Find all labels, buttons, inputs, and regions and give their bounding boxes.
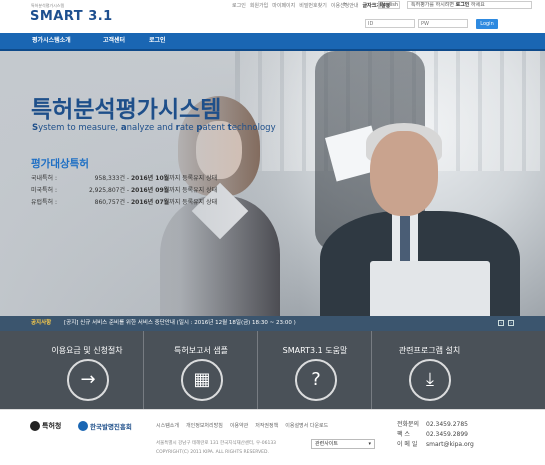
kipo-logo[interactable]: 특허청 (30, 421, 61, 431)
link-find-password[interactable]: 비밀번호찾기 (299, 2, 327, 9)
site-logo[interactable]: SMART 3.1 (30, 9, 113, 24)
quick-menu: 이용요금 및 신청절차 → 특허보고서 샘플 ▦ SMART3.1 도움말 ? … (0, 331, 545, 409)
font-size-controls: + - (342, 1, 354, 8)
target-patents-title: 평가대상특허 (31, 158, 89, 170)
contact-email[interactable]: smart@kipa.org (426, 441, 474, 448)
related-sites-select[interactable]: 관련사이트 ▾ (311, 439, 375, 449)
login-button[interactable]: Login (476, 19, 498, 29)
notice-bar: 공지사항 [공지] 신규 서비스 준비를 위한 서비스 중단안내 (일시 : 2… (0, 316, 545, 331)
laptop-decor (370, 261, 490, 316)
main-nav: 평가시스템소개 고객센터 로그인 (0, 33, 545, 51)
stat-row-domestic: 국내특허 :958,333건 - 2016년 10월까지 등록유지 상태 (31, 175, 218, 182)
utility-links: 로그인 회원가입 마이페이지 비밀번호찾기 이용신청안내 글자크기설정 (232, 2, 390, 9)
quick-item-label: 이용요금 및 신청절차 (51, 346, 123, 355)
arrow-right-icon: → (67, 359, 109, 401)
login-form: Login (365, 19, 498, 29)
hero-title: 특허분석평가시스템 (31, 97, 222, 123)
quick-item-help[interactable]: SMART3.1 도움말 ? (259, 331, 372, 409)
login-prompt-link[interactable]: 로그인 (456, 2, 470, 8)
contact-phone: 02.3459.2785 (426, 421, 468, 428)
logo-version: 3.1 (88, 9, 113, 24)
footer-links: 시스템소개 개인정보처리방침 이용약관 저작권정책 이용설명서 다운로드 (156, 422, 328, 429)
footer-link-system-intro[interactable]: 시스템소개 (156, 422, 179, 429)
kipo-emblem-icon (30, 421, 40, 431)
footer-link-privacy[interactable]: 개인정보처리방침 (186, 422, 223, 429)
site-footer: 특허청 한국발명진흥회 시스템소개 개인정보처리방침 이용약관 저작권정책 이용… (0, 409, 545, 465)
link-signup[interactable]: 회원가입 (250, 2, 268, 9)
font-increase-button[interactable]: + (342, 1, 347, 8)
nav-item-system-intro[interactable]: 평가시스템소개 (32, 33, 71, 49)
document-icon: ▦ (181, 359, 223, 401)
kipa-emblem-icon (78, 421, 88, 431)
link-login[interactable]: 로그인 (232, 2, 246, 9)
hero-subtitle: System to measure, analyze and rate pate… (32, 123, 276, 133)
footer-link-copyright[interactable]: 저작권정책 (255, 422, 278, 429)
nav-item-login[interactable]: 로그인 (149, 33, 166, 49)
link-mypage[interactable]: 마이페이지 (272, 2, 295, 9)
id-input[interactable] (365, 19, 415, 28)
footer-copyright: COPYRIGHT(C) 2011 KIPA. ALL RIGHTS RESER… (156, 450, 269, 455)
quick-item-pricing[interactable]: 이용요금 및 신청절차 → (31, 331, 144, 409)
login-prompt: 특허평가를 하시려면 로그인 하세요 (407, 1, 532, 9)
footer-link-terms[interactable]: 이용약관 (230, 422, 248, 429)
kipa-logo[interactable]: 한국발명진흥회 (78, 421, 132, 431)
footer-contact: 전화문의 02.3459.2785 팩 스 02.3459.2899 이 메 일 sm… (397, 421, 474, 448)
chevron-down-icon: ▾ (368, 441, 371, 447)
question-icon: ? (295, 359, 337, 401)
notice-tag: 공지사항 (31, 320, 52, 326)
site-header: 특허분석평가시스템 SMART 3.1 로그인 회원가입 마이페이지 비밀번호찾… (0, 0, 545, 33)
notice-next-button[interactable]: › (508, 320, 514, 326)
quick-item-report-sample[interactable]: 특허보고서 샘플 ▦ (145, 331, 258, 409)
password-input[interactable] (418, 19, 468, 28)
stat-row-us: 미국특허 :2,925,807건 - 2016년 09월까지 등록유지 상태 (31, 187, 218, 194)
footer-link-manual-download[interactable]: 이용설명서 다운로드 (285, 422, 328, 429)
contact-fax: 02.3459.2899 (426, 431, 468, 438)
english-button[interactable]: English (378, 1, 400, 9)
notice-prev-button[interactable]: ‹ (498, 320, 504, 326)
font-decrease-button[interactable]: - (352, 1, 354, 8)
hero-banner: 특허분석평가시스템 System to measure, analyze and… (0, 51, 545, 316)
man-photo-face (370, 131, 438, 216)
logo-text: SMART (30, 9, 84, 24)
quick-item-label: 관련프로그램 설치 (398, 346, 461, 355)
notice-text[interactable]: [공지] 신규 서비스 준비를 위한 서비스 중단안내 (일시 : 2016년 … (64, 316, 296, 331)
stat-row-europe: 유럽특허 :860,757건 - 2016년 07월까지 등록유지 상태 (31, 199, 218, 206)
nav-item-customer-center[interactable]: 고객센터 (103, 33, 125, 49)
quick-item-label: SMART3.1 도움말 (282, 346, 348, 355)
footer-address: 서울특별시 강남구 테헤란로 131 한국지식재산센터, 우-06133 (156, 441, 277, 446)
quick-item-label: 특허보고서 샘플 (173, 346, 229, 355)
quick-item-install[interactable]: 관련프로그램 설치 ⤓ (373, 331, 486, 409)
download-icon: ⤓ (409, 359, 451, 401)
